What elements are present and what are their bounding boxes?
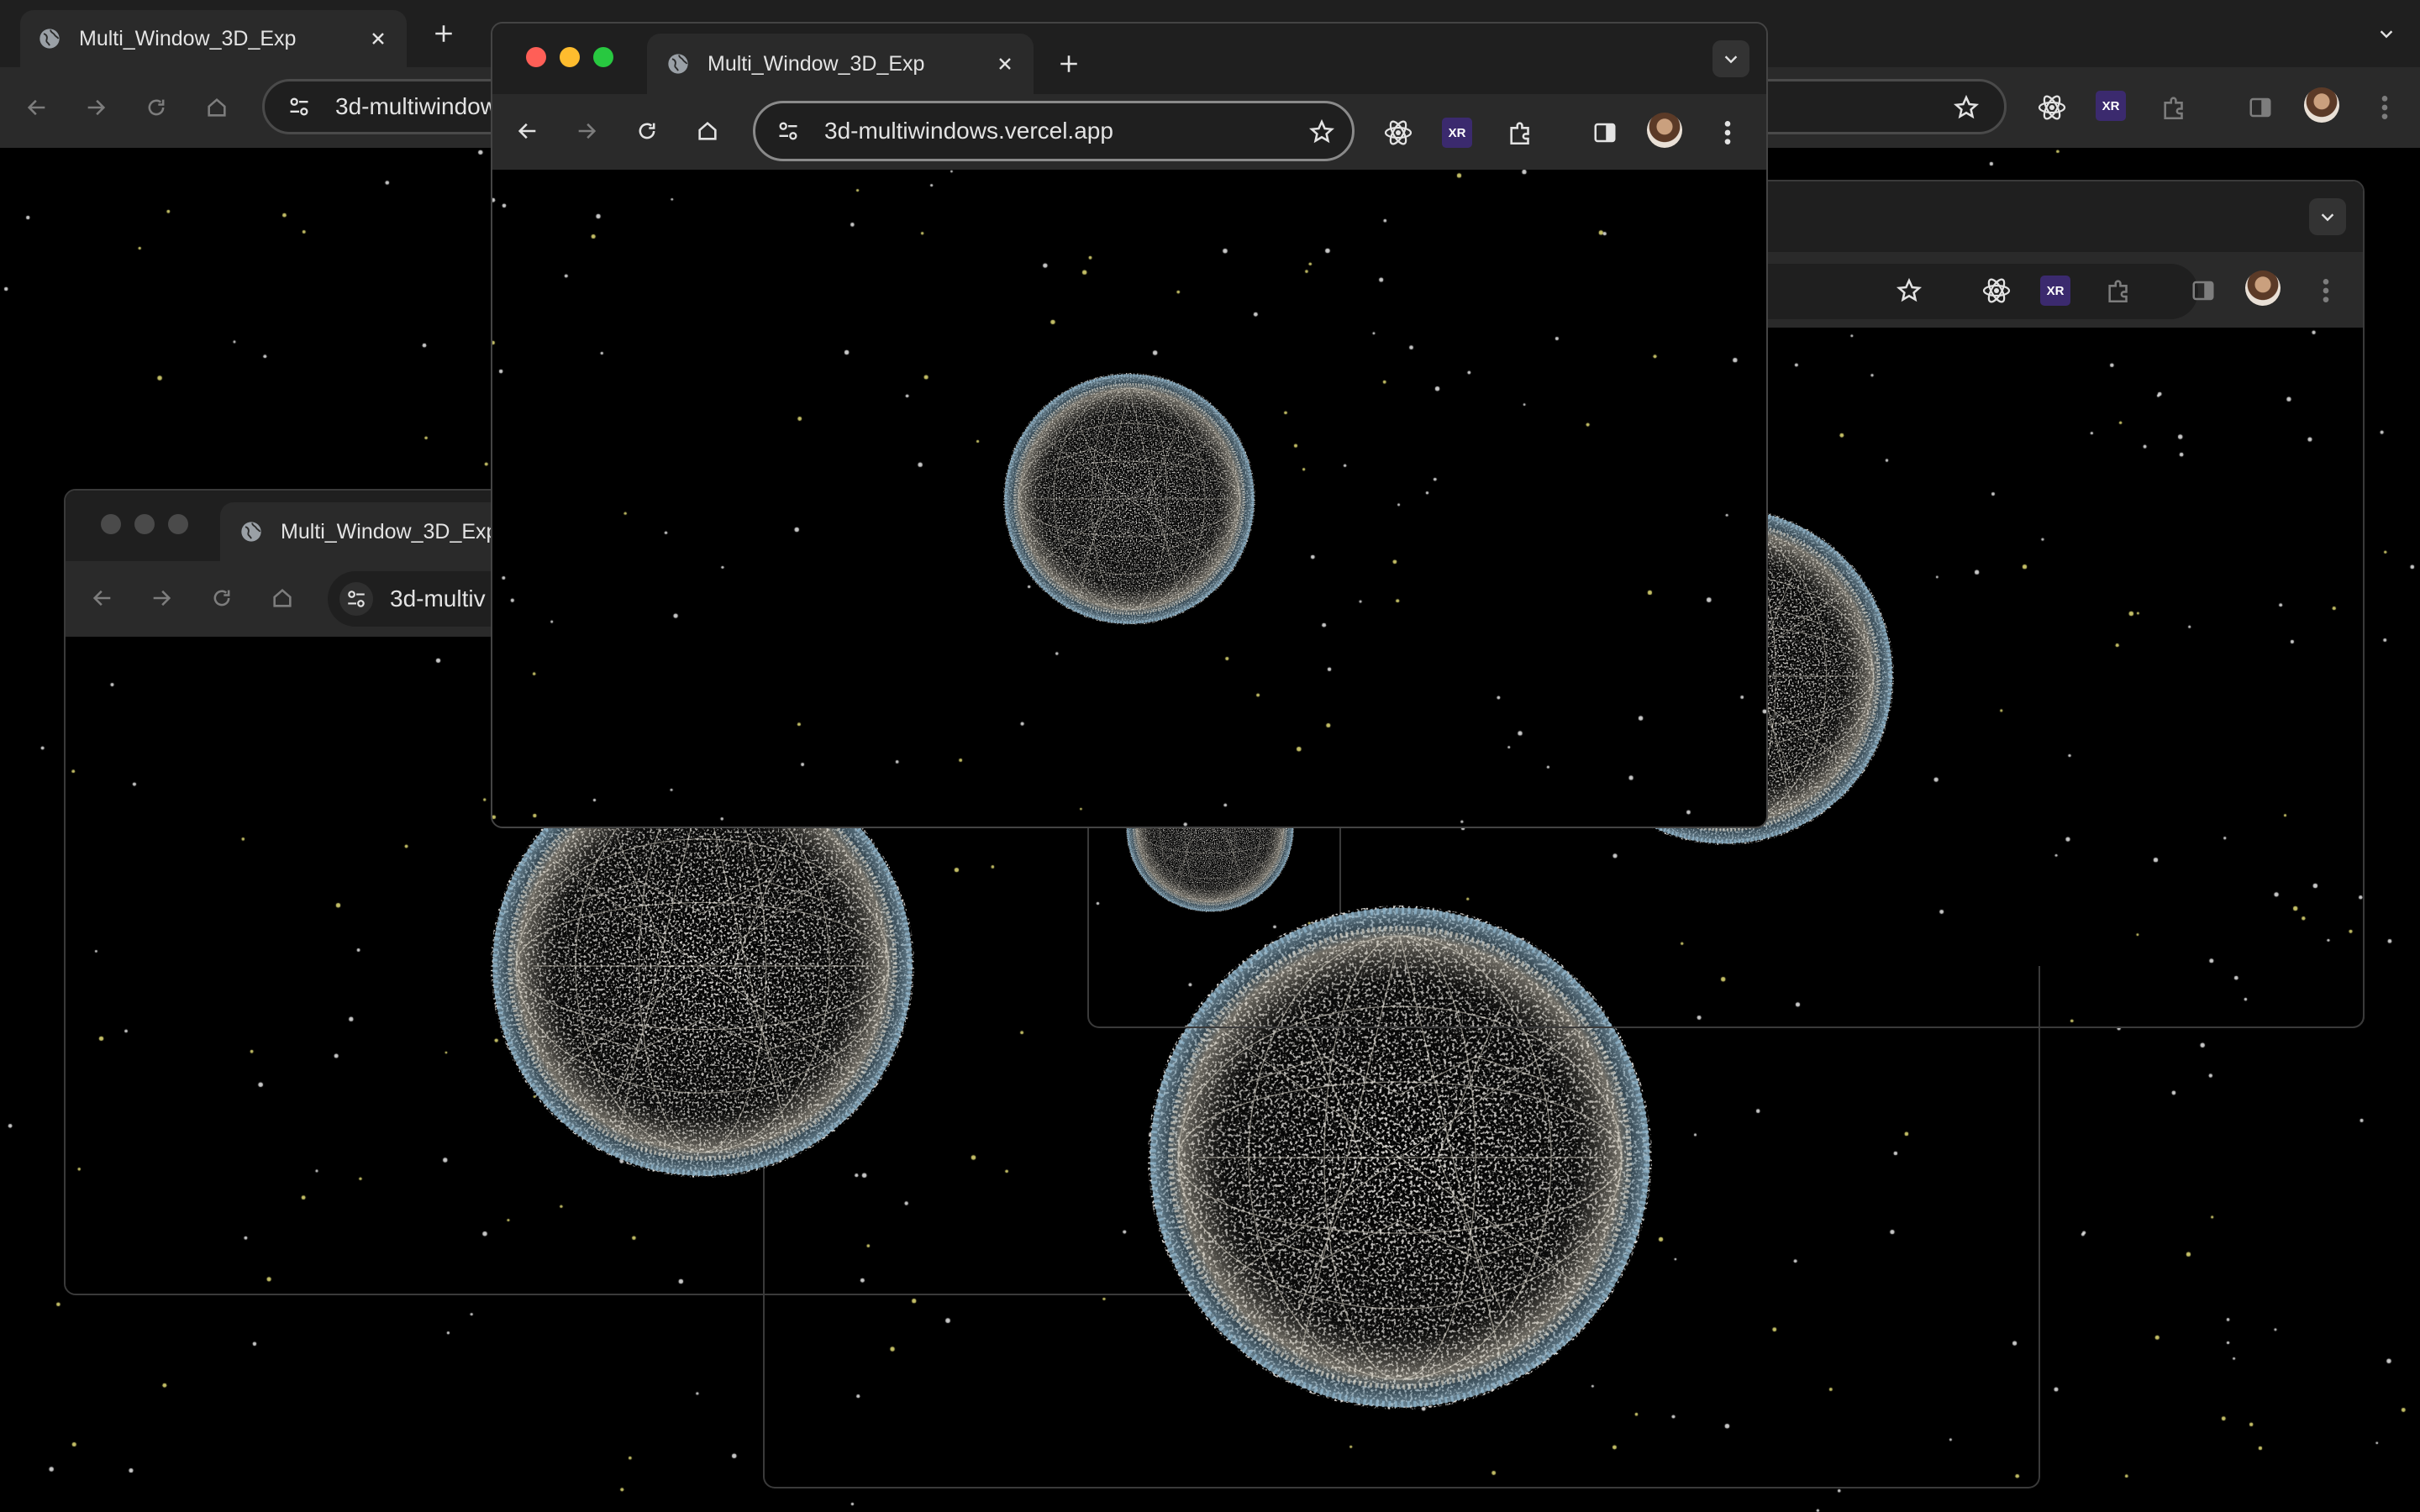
particle-sphere — [1003, 373, 1255, 625]
profile-avatar[interactable] — [1647, 113, 1682, 148]
tab-title: Multi_Window_3D_Exp — [79, 26, 297, 50]
atom-icon[interactable] — [1978, 272, 2015, 309]
side-panel-icon[interactable] — [1588, 116, 1622, 150]
star-icon[interactable] — [1305, 115, 1339, 149]
kebab-icon[interactable] — [2309, 272, 2343, 309]
maximize-window-button[interactable] — [168, 514, 188, 534]
kebab-icon[interactable] — [2368, 89, 2402, 126]
url-text: 3d-multiwindow — [335, 93, 497, 119]
tune-icon[interactable] — [339, 582, 373, 616]
url-text: 3d-multiv — [390, 585, 486, 612]
close-window-button[interactable] — [101, 514, 121, 534]
profile-avatar[interactable] — [2304, 87, 2339, 123]
plus-icon[interactable] — [1054, 49, 1084, 79]
maximize-window-button[interactable] — [593, 47, 613, 67]
chevron-down-icon[interactable] — [1712, 40, 1749, 77]
puzzle-icon[interactable] — [2101, 272, 2138, 309]
puzzle-icon[interactable] — [1502, 114, 1539, 151]
xr-extension-icon[interactable]: XR — [2096, 91, 2126, 121]
side-panel-icon[interactable] — [2244, 91, 2277, 124]
home-icon[interactable] — [202, 92, 232, 123]
address-bar[interactable]: 3d-multiwindows.vercel.app — [753, 101, 1355, 161]
globe-icon — [237, 517, 266, 546]
home-icon[interactable] — [267, 583, 297, 613]
chevron-down-icon[interactable] — [2370, 18, 2403, 49]
atom-icon[interactable] — [1380, 114, 1417, 151]
chevron-down-icon[interactable] — [2309, 198, 2346, 235]
page-viewport — [492, 170, 1766, 827]
side-panel-icon[interactable] — [2186, 274, 2220, 307]
xr-extension-icon[interactable]: XR — [1442, 118, 1472, 148]
minimize-window-button[interactable] — [560, 47, 580, 67]
kebab-icon[interactable] — [1711, 114, 1744, 151]
atom-icon[interactable] — [2033, 89, 2070, 126]
tune-icon[interactable] — [774, 117, 802, 145]
star-icon[interactable] — [1949, 91, 1983, 124]
front-window: Multi_Window_3D_Exp 3d-multiwindows.verc… — [491, 22, 1768, 828]
reload-icon[interactable] — [207, 583, 237, 613]
star-icon[interactable] — [1892, 274, 1926, 307]
home-icon[interactable] — [692, 116, 723, 146]
tab-title: Multi_Window_3D_Exp — [281, 519, 498, 543]
arrow-right-icon[interactable] — [146, 583, 176, 613]
xr-extension-icon[interactable]: XR — [2040, 276, 2070, 306]
tab[interactable]: Multi_Window_3D_Exp — [647, 34, 1034, 94]
puzzle-icon[interactable] — [2156, 89, 2193, 126]
minimize-window-button[interactable] — [134, 514, 155, 534]
globe-icon — [35, 24, 64, 53]
tab-title: Multi_Window_3D_Exp — [708, 51, 925, 76]
globe-icon — [664, 50, 692, 78]
profile-avatar[interactable] — [2245, 270, 2281, 306]
arrow-left-icon[interactable] — [22, 92, 52, 123]
particle-sphere — [1148, 906, 1652, 1410]
reload-icon[interactable] — [632, 116, 662, 146]
tab[interactable]: Multi_Window_3D_Exp — [20, 10, 407, 67]
arrow-right-icon[interactable] — [571, 116, 602, 146]
close-icon[interactable] — [366, 27, 390, 50]
arrow-right-icon[interactable] — [81, 92, 111, 123]
tune-icon[interactable] — [285, 92, 313, 121]
arrow-left-icon[interactable] — [513, 116, 543, 146]
close-icon[interactable] — [993, 52, 1017, 76]
close-window-button[interactable] — [526, 47, 546, 67]
url-text: 3d-multiwindows.vercel.app — [824, 118, 1113, 144]
plus-icon[interactable] — [429, 18, 459, 49]
reload-icon[interactable] — [141, 92, 171, 123]
arrow-left-icon[interactable] — [87, 583, 118, 613]
